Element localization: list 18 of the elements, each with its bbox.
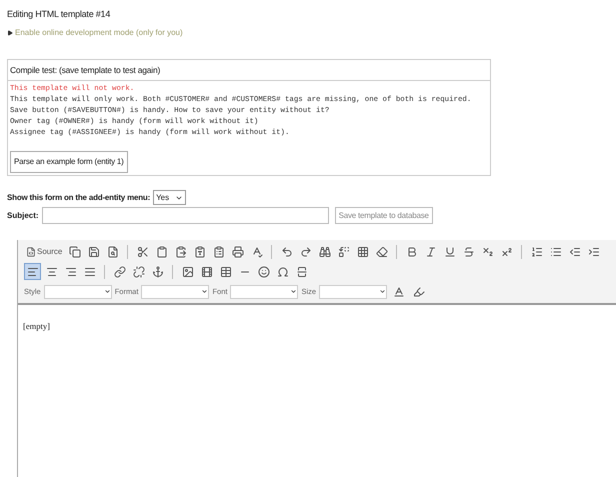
caret-icon [201, 288, 208, 296]
editor-content: [empty] [23, 321, 50, 332]
collapsed-triangle-icon [7, 30, 13, 36]
subject-field[interactable] [42, 207, 329, 224]
caret-icon [104, 288, 111, 296]
caret-icon [290, 288, 298, 296]
subject-label: Subject: [7, 210, 39, 222]
page-title: Editing HTML template #14 [7, 8, 112, 21]
panel-header: Compile test: (save template to test again) [8, 60, 490, 82]
source-code-icon [26, 246, 36, 257]
align-left-icon[interactable] [24, 263, 41, 280]
source-button[interactable]: Source [24, 243, 64, 260]
menu-option-label: Show this form on the add-entity menu: [7, 192, 150, 204]
parse-example-button[interactable]: Parse an example form (entity 1) [10, 151, 128, 174]
save-template-button[interactable]: Save template to database [334, 207, 433, 224]
editor-content-area[interactable]: [empty] [18, 303, 616, 477]
caret-icon [379, 288, 386, 296]
menu-option-select[interactable]: Yes [153, 190, 186, 206]
